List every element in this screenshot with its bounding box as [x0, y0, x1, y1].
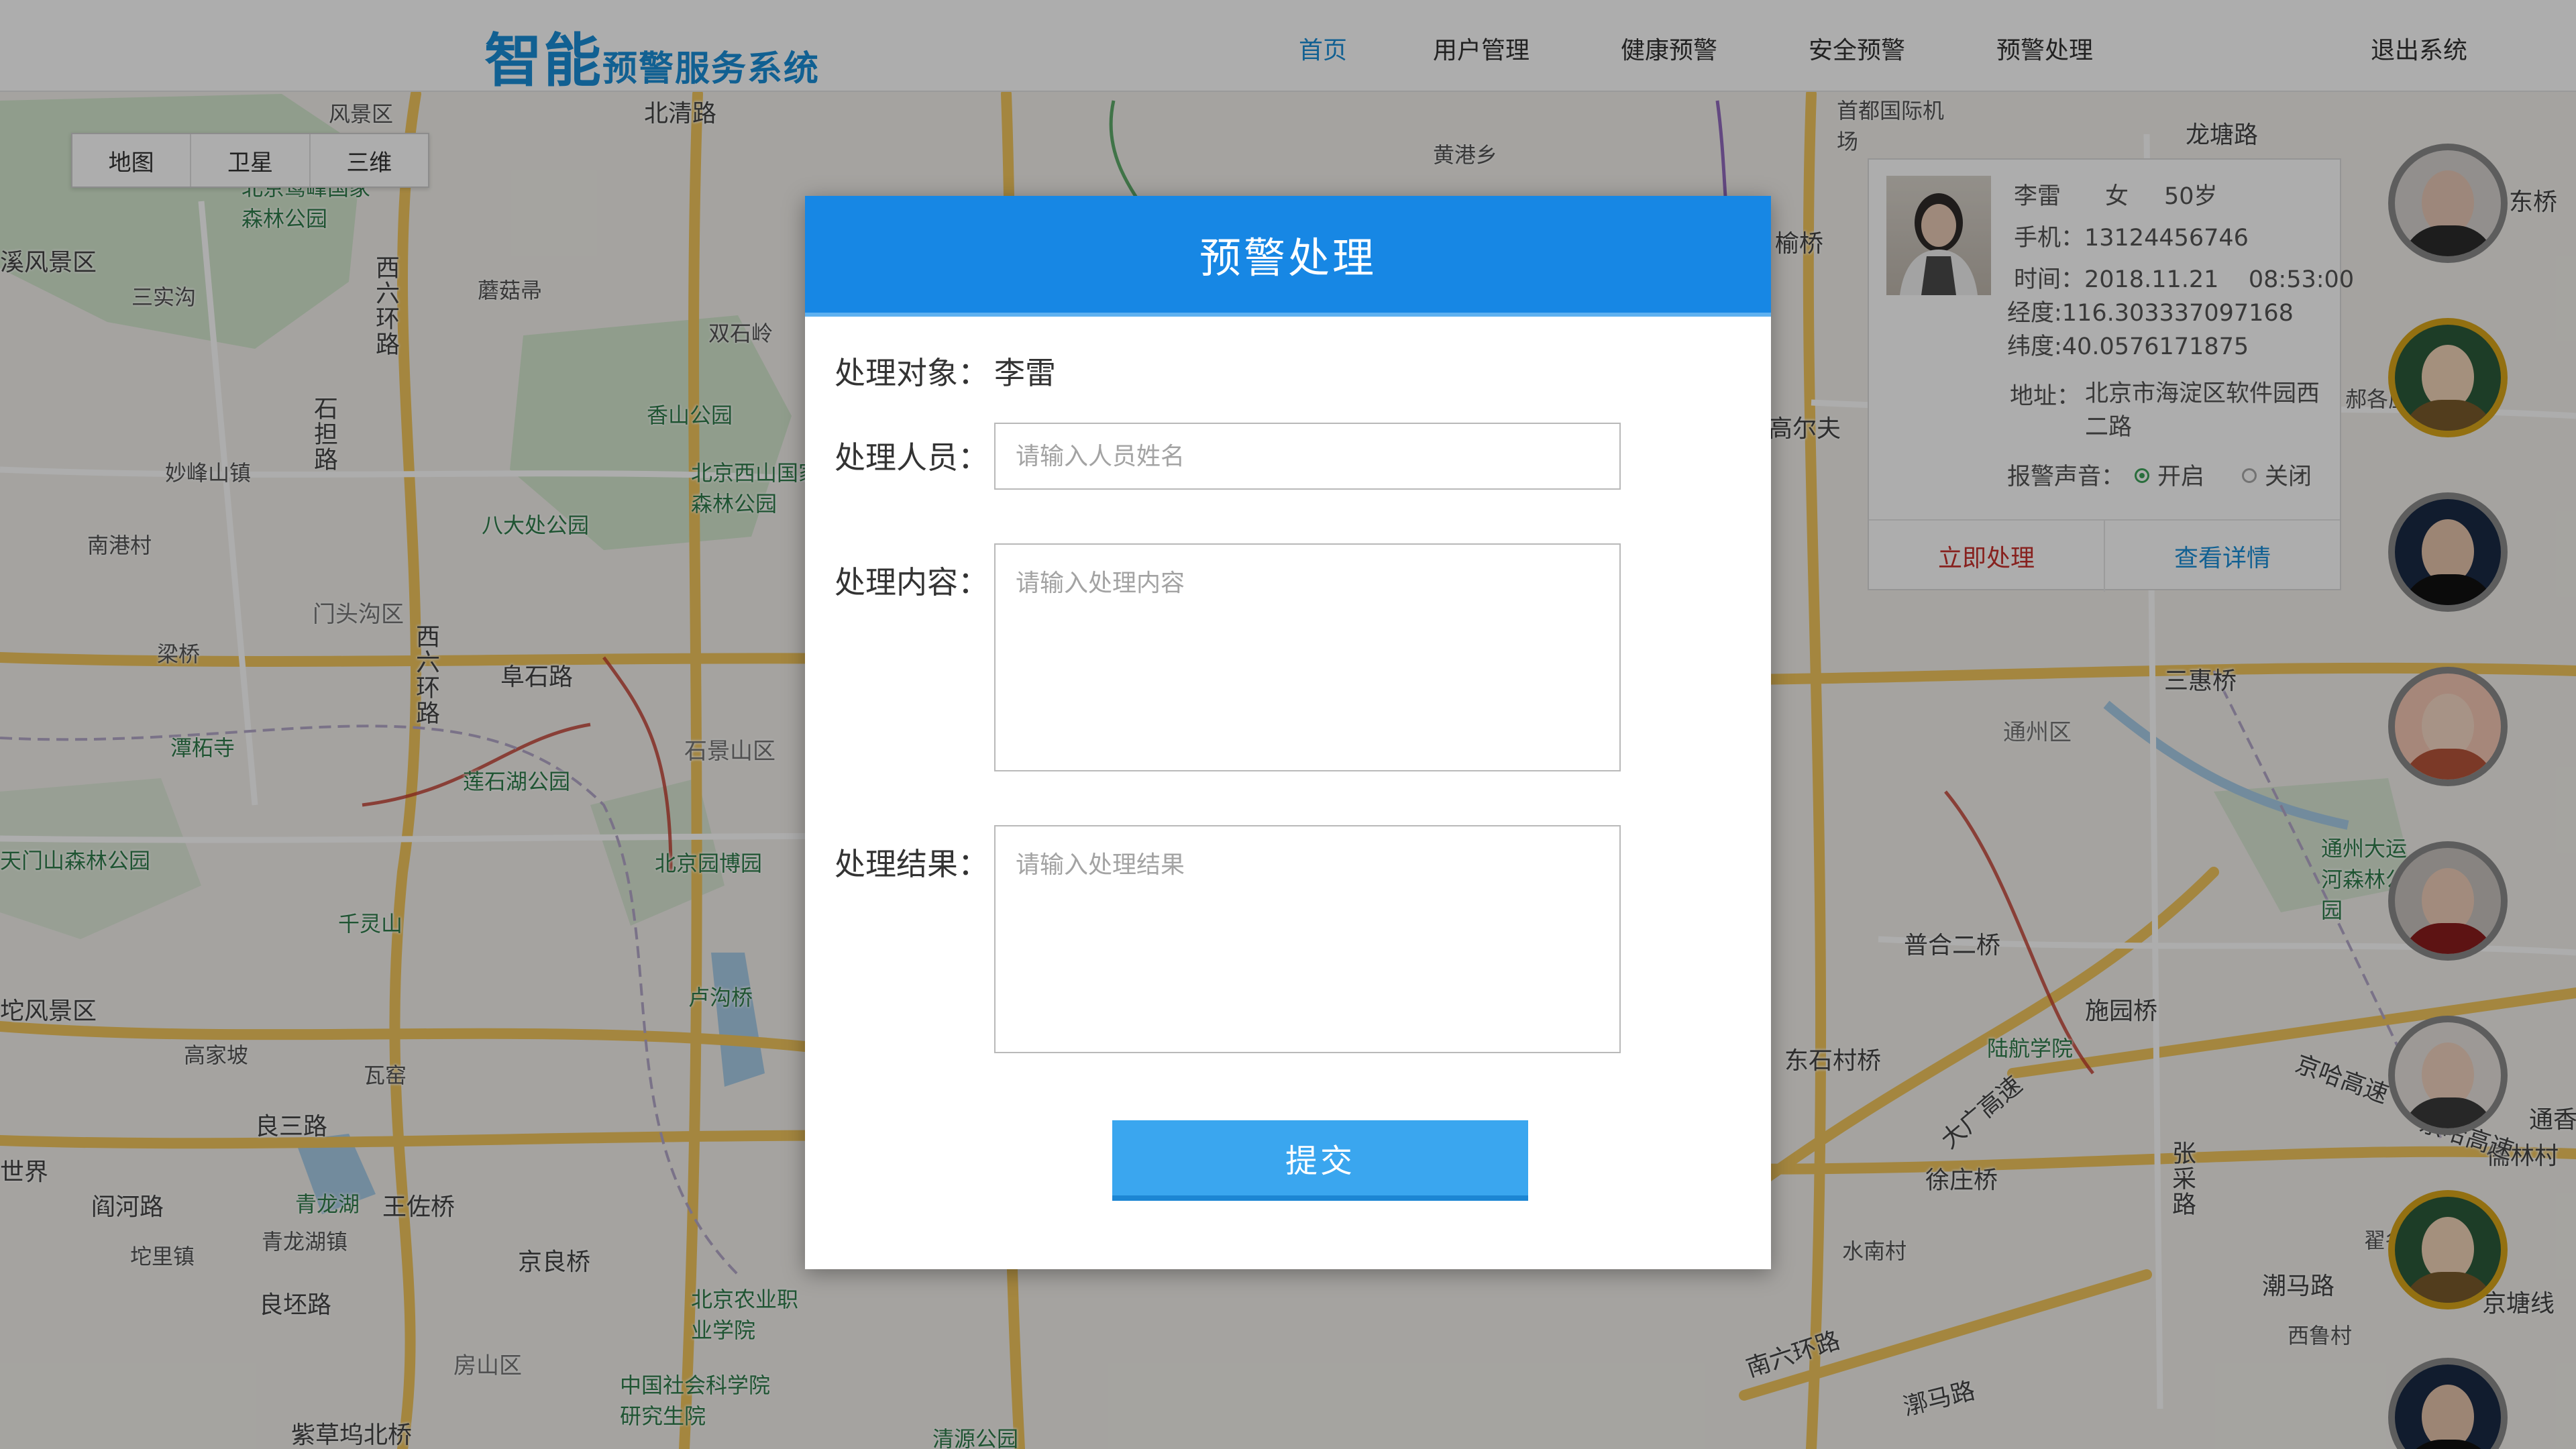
- submit-button[interactable]: 提交: [1112, 1120, 1528, 1201]
- target-value: 李雷: [994, 355, 1056, 391]
- alert-handling-dialog: 预警处理 处理对象： 李雷 处理人员： 处理内容： 处理结果： 提交: [805, 196, 1771, 1269]
- content-label: 处理内容：: [835, 564, 989, 600]
- handling-content-textarea[interactable]: [994, 543, 1621, 771]
- handling-result-textarea[interactable]: [994, 825, 1621, 1053]
- target-label: 处理对象：: [835, 355, 989, 391]
- dialog-header: 预警处理: [805, 196, 1771, 317]
- handler-name-input[interactable]: [994, 423, 1621, 490]
- dialog-title: 预警处理: [1199, 233, 1377, 282]
- result-label: 处理结果：: [835, 846, 989, 882]
- handler-label: 处理人员：: [835, 439, 989, 476]
